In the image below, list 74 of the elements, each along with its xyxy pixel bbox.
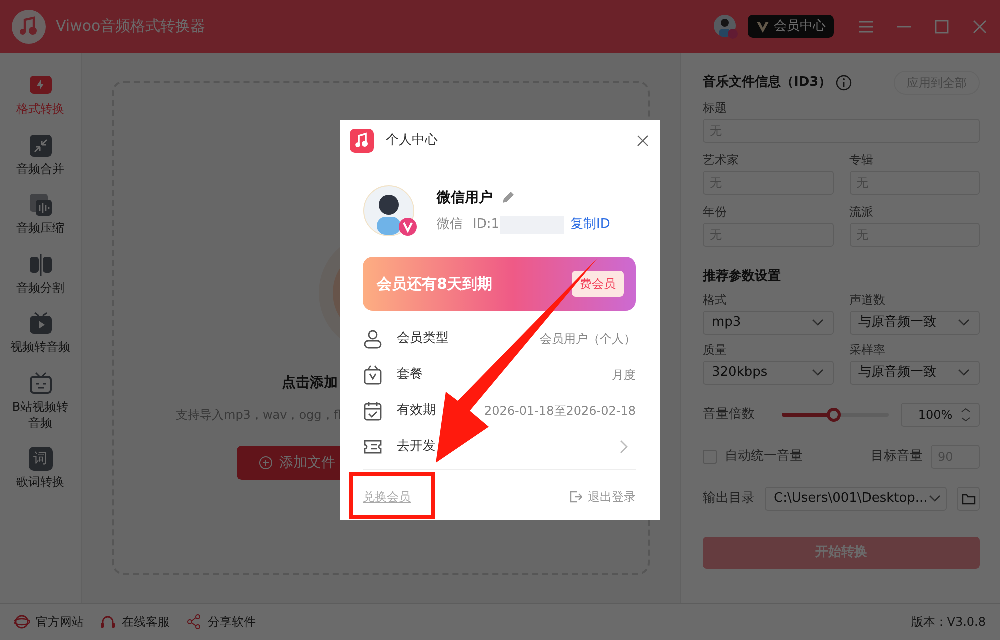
redeem-link[interactable]: 兑换会员 xyxy=(363,488,411,506)
version-text: 版本：V3.0.8 xyxy=(911,614,986,631)
row-value: 会员用户（个人） xyxy=(540,331,636,348)
field-label: 格式 xyxy=(703,292,728,308)
maximize-icon[interactable] xyxy=(934,18,950,34)
output-label: 输出目录 xyxy=(703,490,756,508)
dropdown[interactable]: mp3 xyxy=(703,310,834,334)
bag-icon xyxy=(363,365,383,385)
plus-circle-icon xyxy=(259,456,273,470)
section-title: 音乐文件信息（ID3） xyxy=(703,74,832,92)
field-label: 标题 xyxy=(703,100,728,117)
avatar-icon xyxy=(363,185,417,237)
checkbox-label: 自动统一音量 xyxy=(725,448,803,466)
volume-spinbox[interactable]: 100% xyxy=(901,402,980,426)
field-label: 声道数 xyxy=(850,292,886,308)
field-label: 流派 xyxy=(850,204,874,221)
member-center-button[interactable]: 会员中心 xyxy=(748,14,834,38)
account-source: 微信 xyxy=(437,216,463,234)
sidebar-item[interactable]: 词 歌词转换 xyxy=(2,446,80,492)
tv-icon xyxy=(28,372,52,396)
copy-id-link[interactable]: 复制ID xyxy=(570,214,610,234)
sidebar-item[interactable]: 音频合并 xyxy=(2,132,80,178)
vip-icon xyxy=(756,20,770,34)
folder-icon xyxy=(962,492,976,504)
lyrics-icon: 词 xyxy=(28,447,52,472)
sidebar-item[interactable]: 音频分割 xyxy=(2,252,80,298)
sidebar-item[interactable]: 视频转音频 xyxy=(2,311,80,357)
app-title: Viwoo音频格式转换器 xyxy=(56,16,206,38)
drop-heading: 点击添加 xyxy=(282,374,338,393)
logout-icon xyxy=(570,491,582,503)
output-dropdown[interactable]: C:\Users\001\Desktop... xyxy=(765,486,947,510)
volume-label: 音量倍数 xyxy=(703,406,756,424)
spinner-icon xyxy=(961,406,971,422)
folder-button[interactable] xyxy=(957,486,980,510)
sidebar-item[interactable]: 格式转换 xyxy=(2,73,80,119)
logo-icon xyxy=(12,10,46,44)
footer-link[interactable]: 官方网站 xyxy=(14,613,84,631)
sidebar-item[interactable]: B站视频转音频 xyxy=(2,370,80,432)
merge-icon xyxy=(28,134,52,158)
dialog-title: 个人中心 xyxy=(386,132,438,150)
footer-link[interactable]: 在线客服 xyxy=(100,613,170,631)
row-label: 套餐 xyxy=(397,366,423,384)
info-icon xyxy=(836,75,852,91)
globe-icon xyxy=(14,614,30,630)
target-volume-label: 目标音量 xyxy=(871,448,923,466)
user-id: ID:1 xyxy=(473,216,500,234)
field-label: 艺术家 xyxy=(703,152,740,169)
avatar-icon[interactable] xyxy=(714,14,738,38)
user-name: 微信用户 xyxy=(437,188,493,208)
row-value: 2026-01-18至2026-02-18 xyxy=(484,403,636,420)
slider-thumb[interactable] xyxy=(827,408,842,422)
app-logo-icon xyxy=(350,129,374,153)
dropdown[interactable]: 与原音频一致 xyxy=(850,310,980,334)
video-icon xyxy=(28,312,52,336)
row-value: 月度 xyxy=(612,367,636,384)
headset-icon xyxy=(100,614,116,630)
dropdown[interactable]: 320kbps xyxy=(703,360,834,384)
share-icon xyxy=(186,614,202,630)
field-label: 采样率 xyxy=(850,342,886,358)
dropdown[interactable]: 与原音频一致 xyxy=(850,360,980,384)
renew-button[interactable]: 费会员 xyxy=(572,271,624,297)
section-title: 推荐参数设置 xyxy=(703,268,782,286)
field-label: 年份 xyxy=(703,204,728,221)
close-icon[interactable] xyxy=(637,135,649,147)
menu-icon[interactable] xyxy=(858,18,874,34)
field-label: 质量 xyxy=(703,342,728,358)
field-label: 专辑 xyxy=(850,152,874,169)
logout-button[interactable]: 退出登录 xyxy=(570,488,636,506)
sidebar-item[interactable]: 音频压缩 xyxy=(2,192,80,238)
split-icon xyxy=(28,252,52,277)
calendar-icon xyxy=(363,401,383,421)
row-label: 有效期 xyxy=(397,402,436,420)
chevron-right-icon xyxy=(620,440,628,454)
footer-link[interactable]: 分享软件 xyxy=(186,613,256,631)
